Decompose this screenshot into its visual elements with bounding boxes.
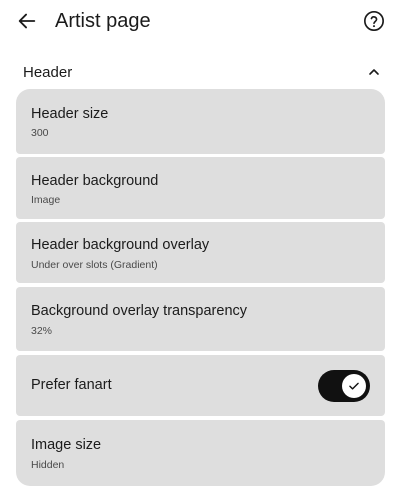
setting-value: Image — [31, 194, 61, 206]
setting-title: Header size — [31, 106, 109, 122]
help-button[interactable] — [362, 9, 386, 33]
setting-header-background[interactable]: Header background Image — [16, 157, 385, 219]
section-title: Header — [23, 64, 73, 81]
toggle-knob — [342, 374, 366, 398]
setting-header-size[interactable]: Header size 300 — [16, 89, 385, 154]
setting-image-size[interactable]: Image size Hidden — [16, 420, 385, 486]
setting-title: Prefer fanart — [31, 377, 112, 393]
chevron-up-icon — [369, 69, 379, 75]
arrow-left-icon — [18, 13, 36, 29]
setting-title: Header background overlay — [31, 237, 210, 253]
setting-value: Under over slots (Gradient) — [31, 259, 158, 271]
help-circle-icon — [364, 11, 384, 31]
setting-title: Image size — [31, 437, 102, 453]
setting-value: 32% — [31, 325, 53, 337]
setting-header-background-overlay[interactable]: Header background overlay Under over slo… — [16, 222, 385, 283]
prefer-fanart-toggle[interactable] — [318, 370, 370, 402]
back-button[interactable] — [12, 6, 42, 36]
setting-prefer-fanart[interactable]: Prefer fanart — [16, 355, 385, 416]
setting-background-overlay-transparency[interactable]: Background overlay transparency 32% — [16, 287, 385, 351]
page-title: Artist page — [55, 10, 151, 32]
setting-value: Hidden — [31, 459, 65, 471]
section-header-toggle[interactable]: Header — [0, 58, 400, 86]
setting-title: Header background — [31, 173, 159, 189]
top-app-bar: Artist page — [0, 0, 400, 44]
check-icon — [349, 382, 359, 390]
setting-title: Background overlay transparency — [31, 303, 248, 319]
setting-value: 300 — [31, 127, 49, 139]
